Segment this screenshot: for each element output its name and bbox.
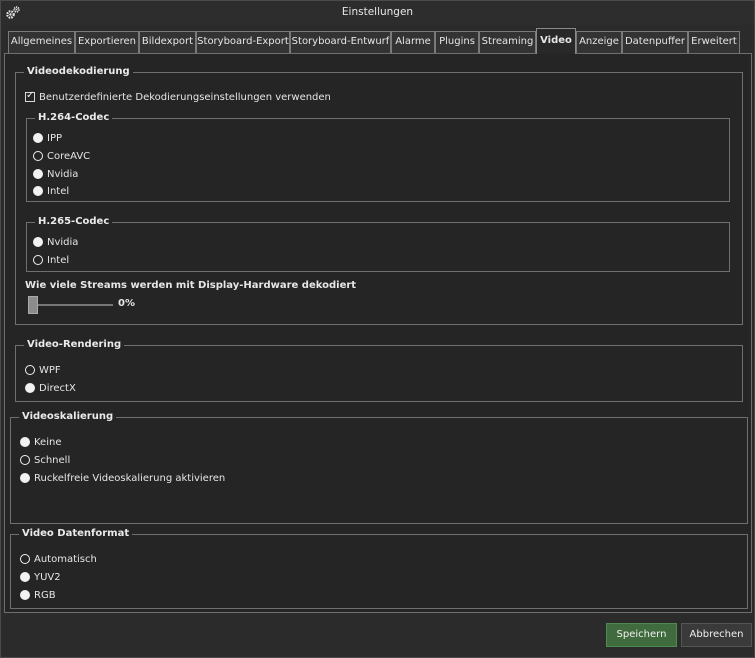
radio-rendering-wpf[interactable]: WPF: [25, 363, 61, 377]
radio-button[interactable]: [20, 572, 30, 582]
radio-format-yuv2[interactable]: YUV2: [20, 570, 61, 584]
group-title-h264: H.264-Codec: [35, 112, 113, 124]
radio-h265-nvidia[interactable]: Nvidia: [33, 235, 78, 249]
group-title-video-format: Video Datenformat: [19, 528, 133, 540]
radio-label: RGB: [34, 589, 56, 601]
radio-button[interactable]: [25, 383, 35, 393]
save-button[interactable]: Speichern: [606, 623, 677, 647]
streams-label: Wie viele Streams werden mit Display-Har…: [25, 280, 357, 291]
radio-label: Schnell: [34, 454, 71, 466]
radio-label: CoreAVC: [47, 150, 91, 162]
tab-plugins[interactable]: Plugins: [435, 31, 479, 53]
radio-label: Nvidia: [47, 168, 79, 180]
radio-label: Ruckelfreie Videoskalierung aktivieren: [34, 472, 226, 484]
tab-video[interactable]: Video: [536, 28, 576, 54]
group-h265-codec: H.265-Codec Nvidia Intel: [26, 216, 730, 272]
group-title-video-decoding: Videodekodierung: [24, 66, 133, 78]
tab-streaming[interactable]: Streaming: [479, 31, 536, 53]
group-video-scaling: Videoskalierung Keine Schnell Ruckelfrei…: [10, 411, 748, 524]
radio-button[interactable]: [20, 590, 30, 600]
radio-rendering-directx[interactable]: DirectX: [25, 381, 76, 395]
radio-button[interactable]: [33, 237, 43, 247]
radio-button[interactable]: [20, 455, 30, 465]
radio-h264-intel[interactable]: Intel: [33, 184, 69, 198]
group-h264-codec: H.264-Codec IPP CoreAVC Nvidia Intel: [26, 112, 730, 202]
checkbox-box[interactable]: ✓: [25, 90, 35, 102]
streams-value: 0%: [118, 298, 135, 309]
radio-button[interactable]: [33, 169, 43, 179]
streams-slider-track[interactable]: [29, 304, 113, 306]
tab-allgemeines[interactable]: Allgemeines: [8, 31, 75, 53]
title-bar: Einstellungen: [1, 1, 754, 25]
radio-label: Keine: [34, 436, 62, 448]
radio-button[interactable]: [33, 151, 43, 161]
tab-exportieren[interactable]: Exportieren: [75, 31, 139, 53]
radio-label: Intel: [47, 254, 70, 266]
radio-h264-coreavc[interactable]: CoreAVC: [33, 149, 90, 163]
radio-button[interactable]: [33, 255, 43, 265]
radio-h264-nvidia[interactable]: Nvidia: [33, 167, 78, 181]
group-video-decoding: Videodekodierung ✓ Benutzerdefinierte De…: [15, 66, 743, 325]
radio-label: YUV2: [34, 571, 61, 583]
radio-label: DirectX: [39, 382, 76, 394]
cancel-button[interactable]: Abbrechen: [681, 623, 752, 647]
group-video-rendering: Video-Rendering WPF DirectX: [15, 339, 743, 402]
radio-label: Automatisch: [34, 553, 97, 565]
radio-button[interactable]: [33, 186, 43, 196]
radio-label: Nvidia: [47, 236, 79, 248]
radio-format-rgb[interactable]: RGB: [20, 588, 56, 602]
tab-datenpuffer[interactable]: Datenpuffer: [622, 31, 688, 53]
window-title: Einstellungen: [341, 6, 414, 18]
tab-storyboard-entwurf[interactable]: Storyboard-Entwurf: [290, 31, 391, 53]
radio-button[interactable]: [20, 554, 30, 564]
radio-label: Intel: [47, 185, 70, 197]
tab-erweitert[interactable]: Erweitert: [688, 31, 740, 53]
custom-decoding-checkbox[interactable]: ✓ Benutzerdefinierte Dekodierungseinstel…: [25, 90, 331, 104]
checkbox-label: Benutzerdefinierte Dekodierungseinstellu…: [39, 91, 331, 103]
check-mark-icon: ✓: [26, 90, 35, 101]
radio-format-auto[interactable]: Automatisch: [20, 552, 97, 566]
radio-h265-intel[interactable]: Intel: [33, 253, 69, 267]
radio-button[interactable]: [20, 437, 30, 447]
group-title-video-scaling: Videoskalierung: [19, 411, 117, 423]
streams-slider-handle[interactable]: [28, 296, 38, 314]
radio-label: WPF: [39, 364, 61, 376]
tab-content-video: Videodekodierung ✓ Benutzerdefinierte De…: [4, 53, 752, 613]
tab-anzeige[interactable]: Anzeige: [576, 31, 622, 53]
group-video-format: Video Datenformat Automatisch YUV2 RGB: [10, 528, 748, 609]
tab-alarme[interactable]: Alarme: [391, 31, 435, 53]
radio-h264-ipp[interactable]: IPP: [33, 131, 62, 145]
radio-scaling-fast[interactable]: Schnell: [20, 453, 70, 467]
radio-button[interactable]: [33, 133, 43, 143]
tab-bildexport[interactable]: Bildexport: [139, 31, 196, 53]
radio-button[interactable]: [20, 473, 30, 483]
radio-label: IPP: [47, 132, 63, 144]
radio-button[interactable]: [25, 365, 35, 375]
group-title-video-rendering: Video-Rendering: [24, 339, 125, 351]
radio-scaling-none[interactable]: Keine: [20, 435, 61, 449]
group-title-h265: H.265-Codec: [35, 216, 113, 228]
radio-scaling-smooth[interactable]: Ruckelfreie Videoskalierung aktivieren: [20, 471, 225, 485]
tab-storyboard-export[interactable]: Storyboard-Export: [196, 31, 290, 53]
settings-window: Einstellungen Allgemeines Exportieren Bi…: [0, 0, 755, 658]
